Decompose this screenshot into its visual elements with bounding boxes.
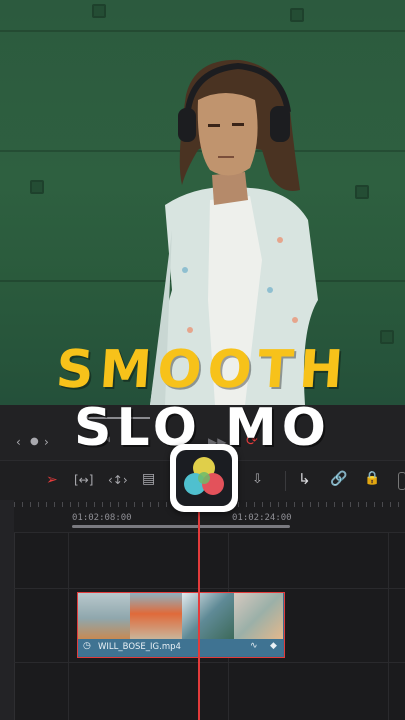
retime-curve-icon: ∿ bbox=[250, 641, 258, 651]
toolbar-overflow[interactable] bbox=[398, 472, 405, 490]
track-headers bbox=[0, 500, 15, 720]
grid-line bbox=[68, 532, 69, 720]
lock-icon[interactable]: 🔒 bbox=[364, 471, 380, 486]
grid-line bbox=[388, 532, 389, 720]
logo-petals bbox=[184, 457, 224, 495]
clip-thumbnail bbox=[130, 593, 182, 639]
blade-icon[interactable]: ▤ bbox=[142, 471, 155, 487]
video-clip[interactable]: ◷ WILL_BOSE_IG.mp4 ∿ ◆ bbox=[77, 592, 285, 658]
in-out-range-bar[interactable] bbox=[72, 525, 290, 528]
selection-arrow-icon[interactable]: ➢ bbox=[46, 472, 58, 488]
title-line-smooth: SMOOTH bbox=[54, 340, 351, 400]
track-divider bbox=[14, 588, 405, 589]
keyframe-icon: ◆ bbox=[270, 641, 277, 651]
snap-icon[interactable]: ↳ bbox=[298, 470, 311, 488]
speed-icon: ◷ bbox=[83, 641, 91, 651]
track-divider bbox=[14, 662, 405, 663]
timecode-right: 01:02:24:00 bbox=[232, 513, 292, 523]
track-divider bbox=[14, 532, 405, 533]
link-icon[interactable]: 🔗 bbox=[330, 471, 347, 487]
trim-icon[interactable]: [↔] bbox=[74, 473, 93, 487]
clip-thumbnail bbox=[234, 593, 283, 639]
clip-thumbnail bbox=[182, 593, 234, 639]
overwrite-icon[interactable]: ⇩ bbox=[252, 472, 263, 487]
clip-thumbnail bbox=[78, 593, 130, 639]
timecode-left: 01:02:08:00 bbox=[72, 513, 132, 523]
video-preview: SMOOTH bbox=[0, 0, 405, 405]
toolbar-divider bbox=[285, 471, 286, 491]
clip-thumbnails bbox=[78, 593, 283, 639]
clip-label-bar: ◷ WILL_BOSE_IG.mp4 ∿ ◆ bbox=[78, 639, 283, 656]
clip-name: WILL_BOSE_IG.mp4 bbox=[98, 642, 181, 652]
dynamic-trim-icon[interactable]: ‹↕› bbox=[108, 473, 128, 487]
davinci-resolve-logo-icon bbox=[170, 444, 238, 512]
logo-background bbox=[176, 450, 232, 506]
